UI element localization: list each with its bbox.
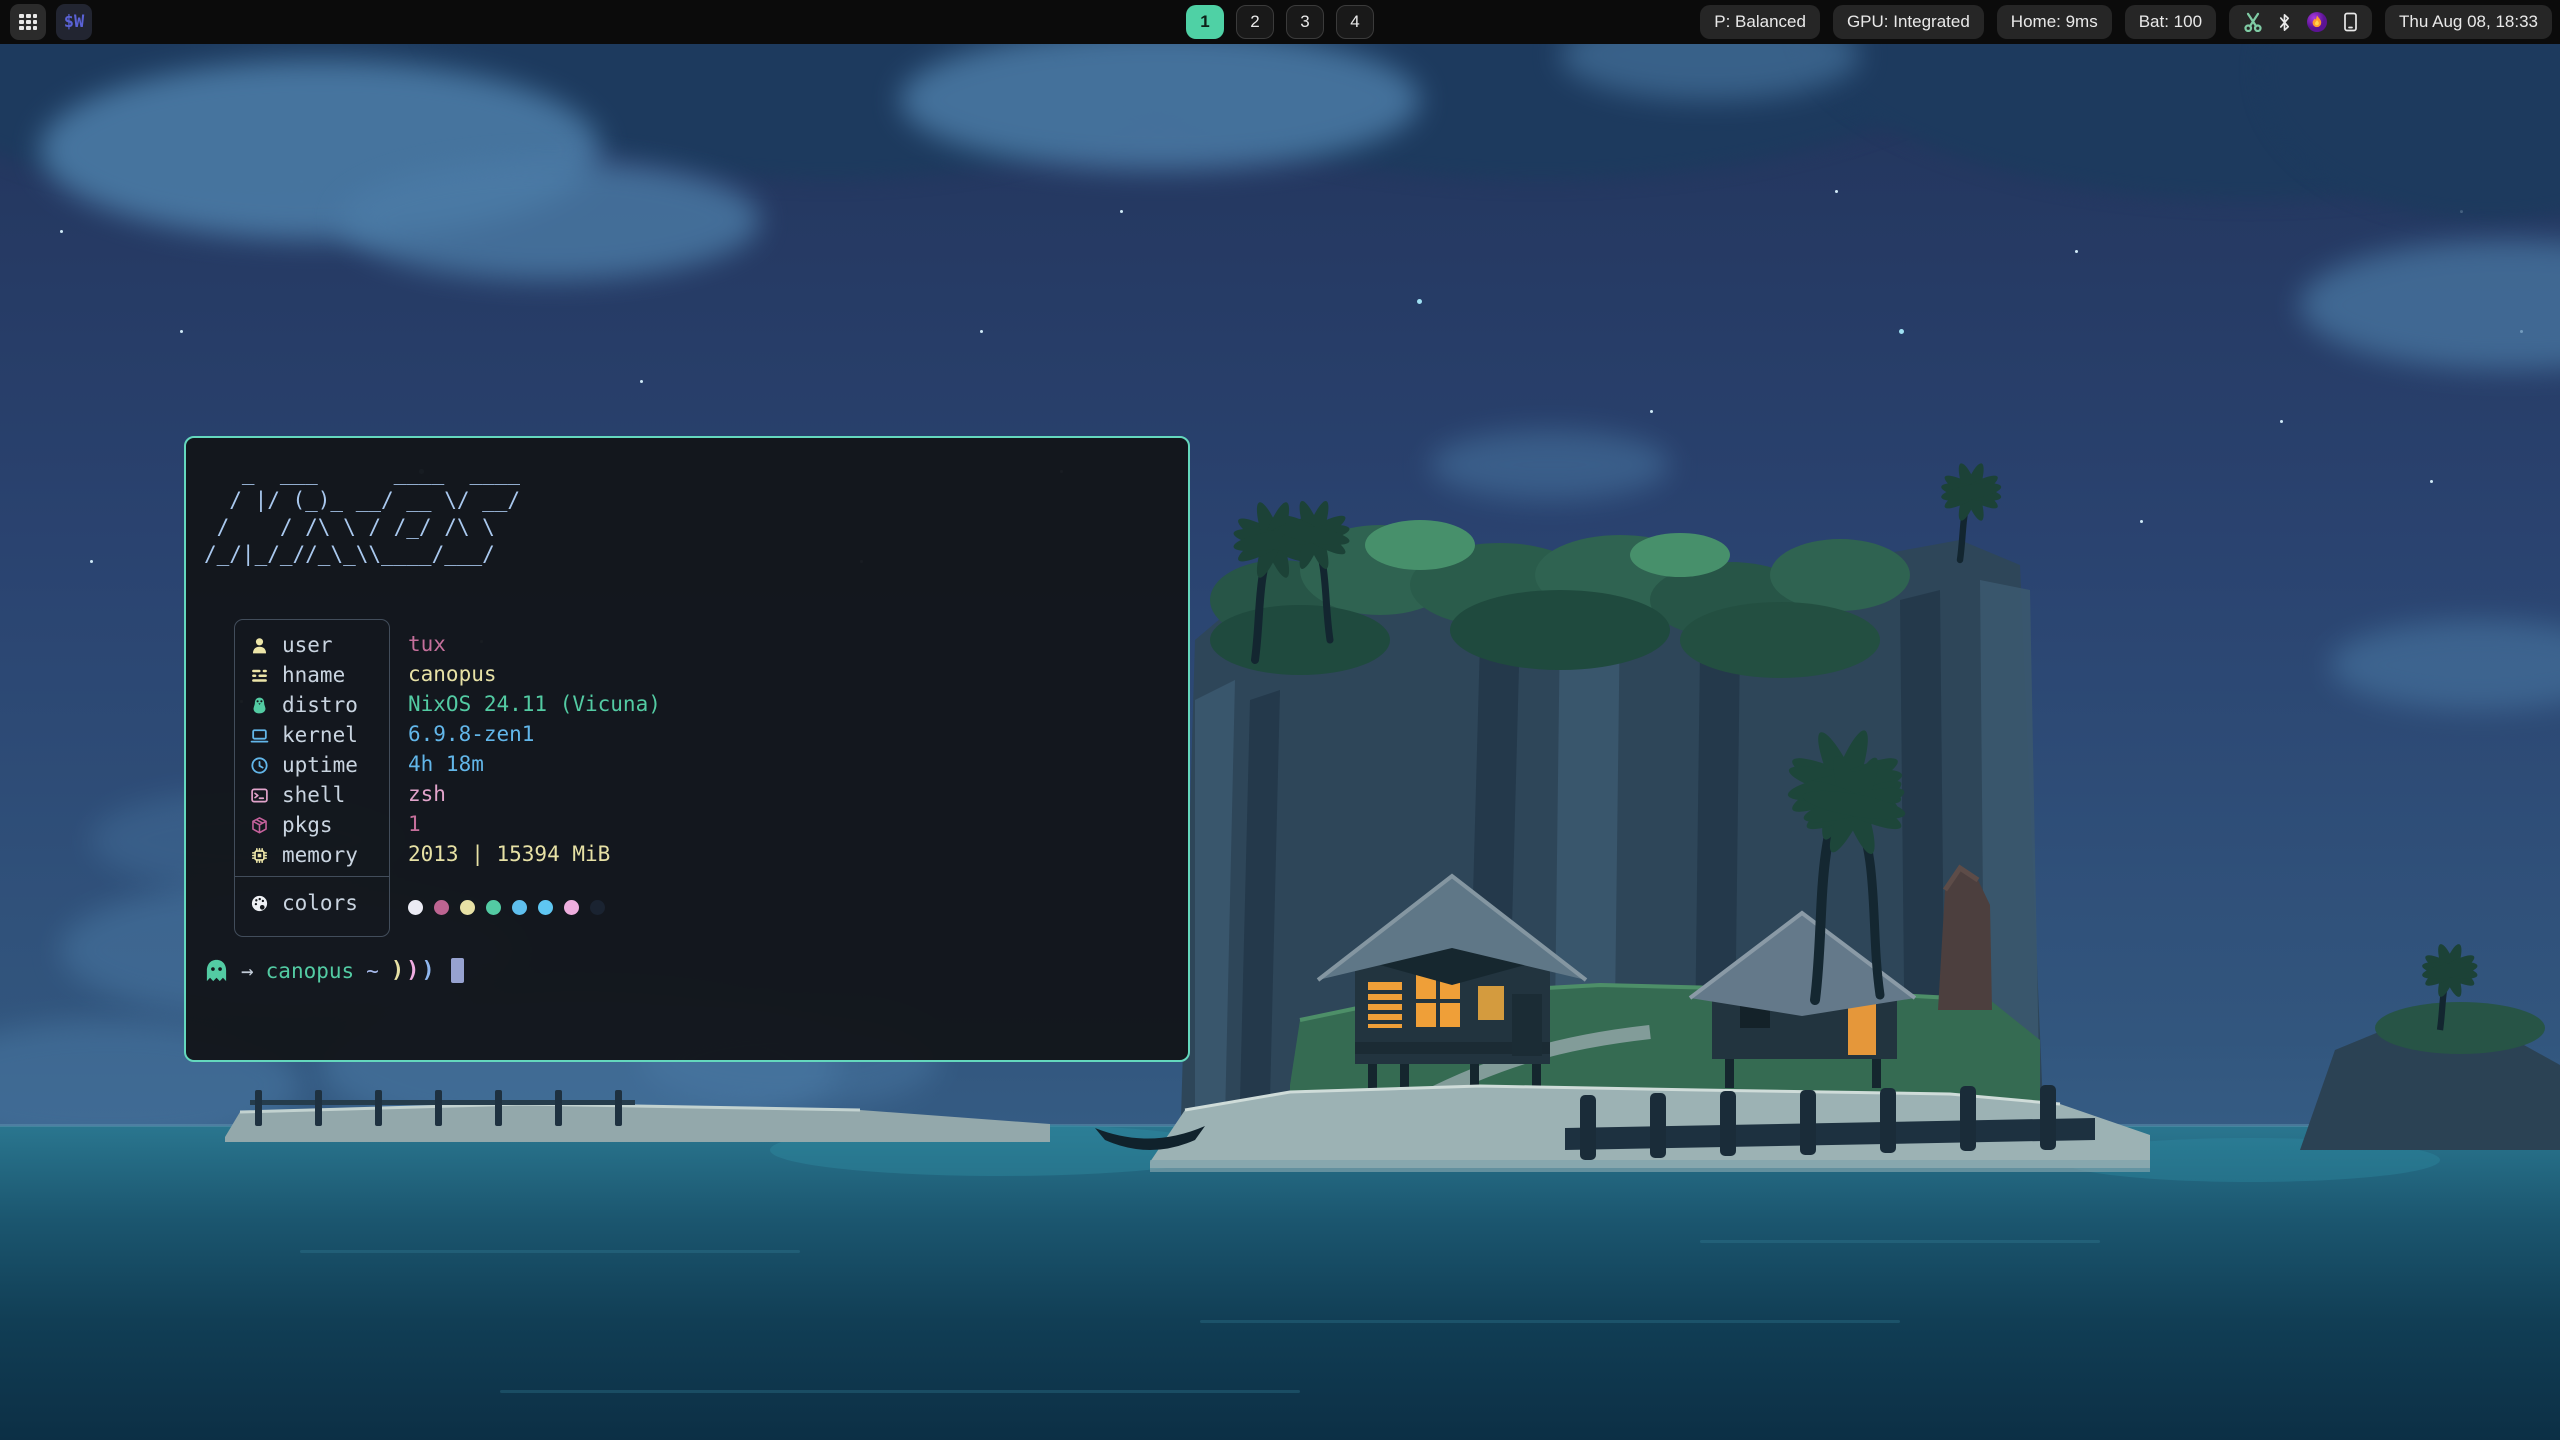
fetch-label: hname xyxy=(282,663,345,687)
palette-dot xyxy=(486,900,501,915)
palette-dot xyxy=(434,900,449,915)
terminal-window[interactable]: _ ___ ____ ____ / |/ (_)_ __/ __ \/ __/ … xyxy=(184,436,1190,1062)
fetch-label: pkgs xyxy=(282,813,333,837)
power-profile-pill[interactable]: P: Balanced xyxy=(1700,5,1820,39)
terminal-color-palette xyxy=(408,877,661,937)
laptop-icon xyxy=(249,725,269,745)
clock-icon xyxy=(249,755,269,775)
battery-pill[interactable]: Bat: 100 xyxy=(2125,5,2216,39)
fetch-label: shell xyxy=(282,783,345,807)
fetch-value: 4h 18m xyxy=(408,749,661,779)
clock-pill[interactable]: Thu Aug 08, 18:33 xyxy=(2385,5,2552,39)
grid-icon xyxy=(18,12,38,32)
fetch-label: colors xyxy=(282,891,358,915)
penguin-icon xyxy=(249,695,269,715)
nixos-ascii-logo: _ ___ ____ ____ / |/ (_)_ __/ __ \/ __/ … xyxy=(204,460,520,568)
package-icon xyxy=(249,815,269,835)
table-row: kernel xyxy=(249,720,389,750)
workspace-2[interactable]: 2 xyxy=(1236,5,1274,39)
fetch-value: tux xyxy=(408,629,661,659)
chip-icon xyxy=(249,845,269,865)
fetch-label: memory xyxy=(282,843,358,867)
fetch-value: canopus xyxy=(408,659,661,689)
workspace-3[interactable]: 3 xyxy=(1286,5,1324,39)
shell-prompt[interactable]: → canopus ~ ) ) ) xyxy=(204,958,464,983)
prompt-chevrons: ) ) ) xyxy=(391,958,435,983)
table-row: colors xyxy=(249,877,389,929)
table-row: uptime xyxy=(249,750,389,780)
hostname-icon xyxy=(249,665,269,685)
fetch-value: 1 xyxy=(408,809,661,839)
palette-dot xyxy=(538,900,553,915)
phone-icon[interactable] xyxy=(2343,12,2358,32)
table-row: shell xyxy=(249,780,389,810)
wezterm-taskbar-button[interactable]: $W xyxy=(56,4,92,40)
prompt-host: canopus xyxy=(266,959,355,983)
palette-dot xyxy=(512,900,527,915)
fetch-label: distro xyxy=(282,693,358,717)
palette-icon xyxy=(249,893,269,913)
table-row: user xyxy=(249,630,389,660)
user-icon xyxy=(249,635,269,655)
flame-icon[interactable] xyxy=(2306,11,2328,33)
table-row: distro xyxy=(249,690,389,720)
fetch-label-column: user hname distro kernel xyxy=(234,619,390,937)
palette-dot xyxy=(564,900,579,915)
fetch-value: NixOS 24.11 (Vicuna) xyxy=(408,689,661,719)
fetch-value: 2013 | 15394 MiB xyxy=(408,839,661,869)
app-launcher-button[interactable] xyxy=(10,4,46,40)
fetch-label: user xyxy=(282,633,333,657)
system-info-table: user hname distro kernel xyxy=(234,619,661,937)
latency-pill[interactable]: Home: 9ms xyxy=(1997,5,2112,39)
fetch-value: 6.9.8-zen1 xyxy=(408,719,661,749)
wezterm-icon: $W xyxy=(64,12,84,32)
table-row: pkgs xyxy=(249,810,389,840)
workspace-4[interactable]: 4 xyxy=(1336,5,1374,39)
workspace-switcher: 1 2 3 4 xyxy=(1186,5,1374,39)
bluetooth-icon[interactable] xyxy=(2278,13,2291,32)
ghost-icon xyxy=(204,958,229,983)
text-cursor[interactable] xyxy=(451,958,464,983)
prompt-path: ~ xyxy=(366,959,379,983)
fetch-label: kernel xyxy=(282,723,358,747)
prompt-arrow: → xyxy=(241,959,254,983)
fetch-label: uptime xyxy=(282,753,358,777)
gpu-pill[interactable]: GPU: Integrated xyxy=(1833,5,1984,39)
fetch-value-column: tux canopus NixOS 24.11 (Vicuna) 6.9.8-z… xyxy=(408,619,661,937)
table-row: memory xyxy=(249,840,389,870)
palette-dot xyxy=(590,900,605,915)
table-row: hname xyxy=(249,660,389,690)
terminal-prompt-icon xyxy=(249,785,269,805)
desktop: _ ___ ____ ____ / |/ (_)_ __/ __ \/ __/ … xyxy=(0,0,2560,1440)
palette-dot xyxy=(408,900,423,915)
scissors-icon[interactable] xyxy=(2243,12,2263,32)
system-tray xyxy=(2229,5,2372,39)
fetch-value: zsh xyxy=(408,779,661,809)
palette-dot xyxy=(460,900,475,915)
workspace-1[interactable]: 1 xyxy=(1186,5,1224,39)
status-bar: $W 1 2 3 4 P: Balanced GPU: Integrated H… xyxy=(0,0,2560,44)
